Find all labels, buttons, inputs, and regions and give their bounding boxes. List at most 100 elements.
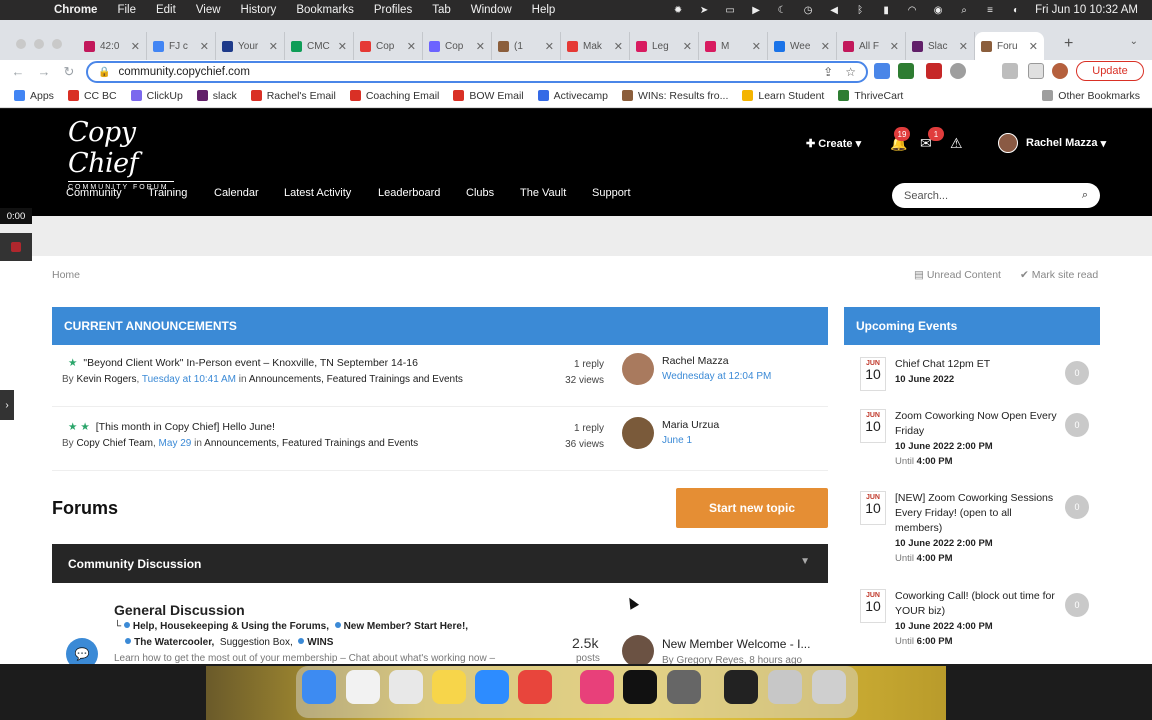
avatar[interactable]: [622, 635, 654, 664]
browser-tab[interactable]: Slac ✕: [906, 32, 975, 60]
dock-app-icon[interactable]: [667, 670, 701, 704]
close-tab-icon[interactable]: ✕: [683, 40, 692, 53]
menu-help[interactable]: Help: [532, 4, 556, 16]
category-header[interactable]: Community Discussion ▼: [52, 544, 828, 583]
browser-tab[interactable]: Your ✕: [216, 32, 285, 60]
event-title[interactable]: Zoom Coworking Now Open Every Friday: [895, 409, 1057, 439]
browser-tab[interactable]: Cop ✕: [423, 32, 492, 60]
nav-calendar[interactable]: Calendar: [214, 187, 259, 199]
lock-icon[interactable]: 🔒: [98, 67, 110, 78]
subforum-link[interactable]: Help, Housekeeping & Using the Forums,: [133, 621, 329, 632]
nav-leaderboard[interactable]: Leaderboard: [378, 187, 440, 199]
update-button[interactable]: Update: [1076, 61, 1144, 81]
browser-tab[interactable]: Mak ✕: [561, 32, 630, 60]
mark-site-read-link[interactable]: ✔ Mark site read: [1020, 269, 1098, 281]
site-logo[interactable]: Copy Chief COMMUNITY FORUM: [68, 117, 188, 191]
event-item[interactable]: JUN 10 Coworking Call! (block out time for…: [844, 589, 1100, 664]
menu-tab[interactable]: Tab: [432, 4, 451, 16]
forum-row[interactable]: 💬 General Discussion └ Help, Housekeepin…: [52, 583, 828, 664]
menu-profiles[interactable]: Profiles: [374, 4, 412, 16]
bookmark-item[interactable]: Learn Student: [742, 90, 824, 102]
other-bookmarks[interactable]: Other Bookmarks: [1042, 90, 1140, 102]
arrow-status-icon[interactable]: ➤: [697, 5, 711, 16]
menu-app[interactable]: Chrome: [54, 4, 97, 16]
event-title[interactable]: Coworking Call! (block out time for YOUR…: [895, 589, 1057, 619]
browser-tab[interactable]: FJ c ✕: [147, 32, 216, 60]
gear-status-icon[interactable]: ✹: [671, 5, 685, 16]
dock-app-icon[interactable]: [389, 670, 423, 704]
menu-view[interactable]: View: [196, 4, 221, 16]
browser-tab[interactable]: M ✕: [699, 32, 768, 60]
last-post-date[interactable]: June 1: [662, 435, 692, 446]
bookmark-item[interactable]: BOW Email: [453, 90, 524, 102]
start-new-topic-button[interactable]: Start new topic: [676, 488, 828, 528]
subforum-link[interactable]: WINS: [307, 637, 333, 648]
search-input[interactable]: Search... ⌕: [892, 183, 1100, 208]
browser-tab[interactable]: Cop ✕: [354, 32, 423, 60]
dock-app-icon[interactable]: [432, 670, 466, 704]
nav-community[interactable]: Community: [66, 187, 122, 199]
menu-bookmarks[interactable]: Bookmarks: [296, 4, 354, 16]
close-tab-icon[interactable]: ✕: [131, 40, 140, 53]
bluetooth-icon[interactable]: ᛒ: [853, 5, 867, 16]
spotlight-icon[interactable]: ⌕: [957, 5, 971, 16]
dock-app-icon[interactable]: [346, 670, 380, 704]
back-button[interactable]: ←: [10, 64, 26, 79]
bookmark-item[interactable]: ThriveCart: [838, 90, 903, 102]
bookmark-item[interactable]: Apps: [14, 90, 54, 102]
unread-content-link[interactable]: ▤ Unread Content: [914, 269, 1001, 281]
bookmark-item[interactable]: slack: [196, 90, 237, 102]
nav-latest-activity[interactable]: Latest Activity: [284, 187, 351, 199]
author-link[interactable]: Kevin Rogers: [76, 374, 136, 385]
tab-search-icon[interactable]: ⌄: [1130, 36, 1138, 47]
close-tab-icon[interactable]: ✕: [200, 40, 209, 53]
avatar[interactable]: [622, 417, 654, 449]
search-icon[interactable]: ⌕: [1082, 189, 1088, 202]
event-title[interactable]: [NEW] Zoom Coworking Sessions Every Frid…: [895, 491, 1057, 536]
dock-app-icon[interactable]: [812, 670, 846, 704]
bookmark-star-icon[interactable]: ☆: [845, 65, 856, 79]
close-tab-icon[interactable]: ✕: [338, 40, 347, 53]
category-links[interactable]: Announcements, Featured Trainings and Ev…: [204, 438, 418, 449]
author-link[interactable]: Copy Chief Team: [76, 438, 153, 449]
close-tab-icon[interactable]: ✕: [545, 40, 554, 53]
bookmark-item[interactable]: Activecamp: [537, 90, 608, 102]
bookmark-item[interactable]: ClickUp: [130, 90, 183, 102]
user-menu[interactable]: Rachel Mazza ▾: [998, 133, 1106, 153]
extension-icon[interactable]: [898, 63, 914, 79]
browser-tab[interactable]: (1 ✕: [492, 32, 561, 60]
volume-icon[interactable]: ◀: [827, 5, 841, 16]
browser-tab[interactable]: Wee ✕: [768, 32, 837, 60]
category-links[interactable]: Announcements, Featured Trainings and Ev…: [249, 374, 463, 385]
browser-tab[interactable]: All F ✕: [837, 32, 906, 60]
menu-window[interactable]: Window: [471, 4, 512, 16]
dock-app-icon[interactable]: [475, 670, 509, 704]
sidebar-icon[interactable]: [1028, 63, 1044, 79]
announcement-row[interactable]: ★ "Beyond Client Work" In-Person event – …: [52, 345, 828, 407]
announcement-title[interactable]: ★ "Beyond Client Work" In-Person event – …: [68, 357, 418, 369]
bookmark-item[interactable]: Rachel's Email: [250, 90, 336, 102]
browser-tab[interactable]: Foru ✕: [975, 32, 1044, 60]
time-machine-icon[interactable]: ◷: [801, 5, 815, 16]
wifi-icon[interactable]: ◠: [905, 5, 919, 16]
play-status-icon[interactable]: ▶: [749, 5, 763, 16]
browser-tab[interactable]: 42:0 ✕: [78, 32, 147, 60]
warning-icon[interactable]: ⚠: [950, 135, 963, 152]
puzzle-icon[interactable]: [1002, 63, 1018, 79]
dock-app-icon[interactable]: [724, 670, 758, 704]
subforum-link[interactable]: New Member? Start Here!,: [344, 621, 468, 632]
share-icon[interactable]: ⇪: [823, 65, 833, 79]
browser-tab[interactable]: Leg ✕: [630, 32, 699, 60]
avatar[interactable]: [622, 353, 654, 385]
forum-name[interactable]: General Discussion: [114, 602, 245, 618]
dock-app-icon[interactable]: [623, 670, 657, 704]
menu-history[interactable]: History: [241, 4, 277, 16]
stop-recording-button[interactable]: [0, 233, 32, 261]
nav-training[interactable]: Training: [148, 187, 187, 199]
close-tab-icon[interactable]: ✕: [269, 40, 278, 53]
browser-tab[interactable]: CMC ✕: [285, 32, 354, 60]
nav-support[interactable]: Support: [592, 187, 631, 199]
last-topic-link[interactable]: New Member Welcome - I...: [662, 637, 810, 651]
event-item[interactable]: JUN 10 Zoom Coworking Now Open Every Frida…: [844, 409, 1100, 489]
reload-button[interactable]: ↻: [61, 64, 77, 80]
